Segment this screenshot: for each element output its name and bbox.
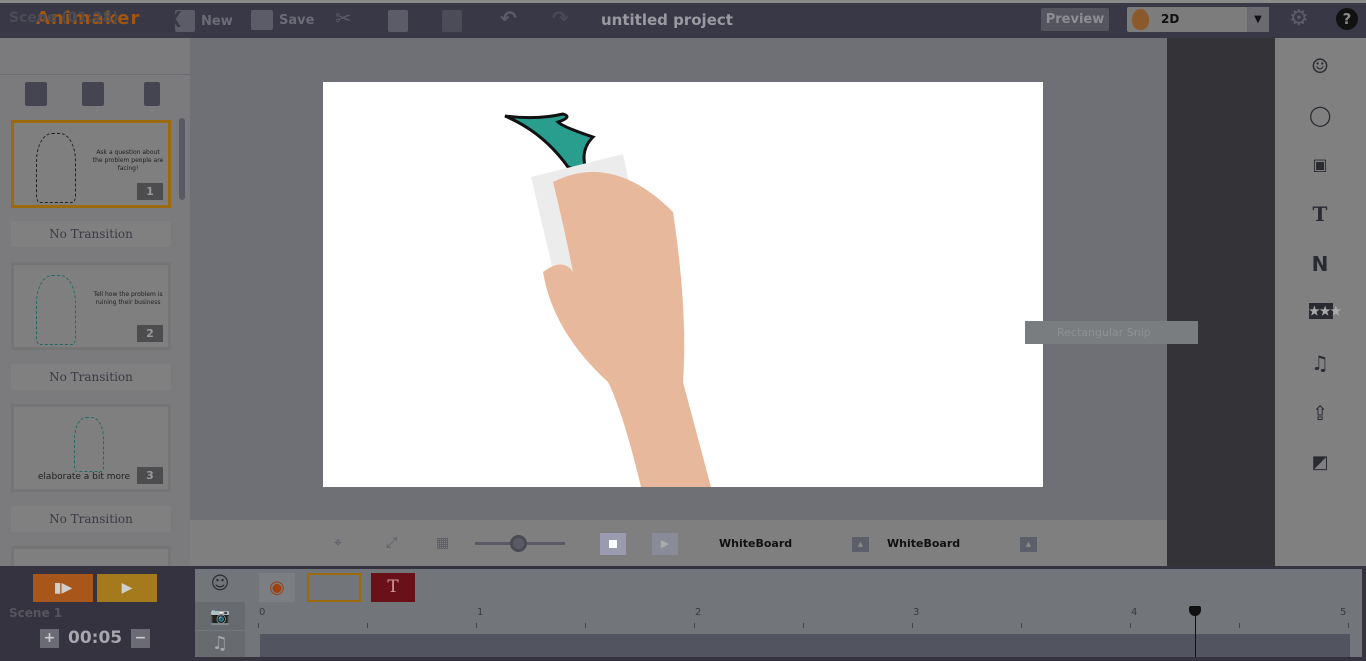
- character-layer[interactable]: [307, 573, 361, 602]
- save-button[interactable]: Save: [251, 10, 314, 30]
- zoom-slider-handle[interactable]: [510, 535, 527, 552]
- collapse-icon[interactable]: ❮: [170, 8, 183, 27]
- gear-icon[interactable]: ⚙: [1289, 6, 1309, 31]
- camera-tab-icon[interactable]: 📷: [195, 602, 245, 630]
- ruler-tick: [367, 623, 368, 628]
- ruler-tick: [803, 623, 804, 628]
- stop-button[interactable]: [600, 533, 626, 555]
- transition-button[interactable]: No Transition: [11, 364, 171, 390]
- play-scene-button[interactable]: ▶: [97, 574, 157, 602]
- image-icon[interactable]: ▣: [1309, 154, 1331, 176]
- add-scene-icon[interactable]: [25, 82, 47, 106]
- copy-icon[interactable]: [388, 10, 408, 32]
- divider: [0, 74, 190, 75]
- ruler-tick: [1130, 623, 1131, 628]
- transition-button[interactable]: No Transition: [11, 221, 171, 247]
- ruler-label: 5: [1340, 607, 1347, 618]
- transition-button[interactable]: No Transition: [11, 506, 171, 532]
- scene-thumbnail-1[interactable]: Ask a question about the problem people …: [11, 120, 171, 208]
- character-figure: [36, 133, 76, 203]
- scene-label: Scene 1: [9, 606, 63, 620]
- whiteboard-hand-drawing: [504, 112, 711, 487]
- trash-icon[interactable]: [144, 82, 160, 106]
- text-icon[interactable]: T: [1309, 203, 1331, 225]
- eye-layer-icon[interactable]: ◉: [259, 573, 295, 602]
- decrease-duration-button[interactable]: −: [131, 629, 150, 648]
- side-gap: [1167, 38, 1275, 566]
- scene-duration: 00:05: [68, 628, 123, 648]
- increase-duration-button[interactable]: +: [40, 629, 59, 648]
- background-label: WhiteBoard: [887, 537, 961, 550]
- ruler-label: 4: [1131, 607, 1138, 618]
- center-icon[interactable]: ⌖: [334, 535, 342, 551]
- preview-button[interactable]: Preview: [1041, 8, 1109, 31]
- n-icon[interactable]: N: [1309, 253, 1331, 275]
- timeline-ruler[interactable]: 0 1 2 3 4 5: [258, 603, 1350, 633]
- ruler-tick: [1348, 623, 1349, 628]
- character-icon[interactable]: ☺: [1309, 55, 1331, 77]
- ruler-tick: [1021, 623, 1022, 628]
- chevron-down-icon: ▼: [1247, 7, 1269, 32]
- fullscreen-icon[interactable]: ⤢: [386, 535, 397, 551]
- rating-icon[interactable]: ★★★: [1309, 303, 1341, 319]
- save-icon: [251, 10, 273, 30]
- music-icon[interactable]: ♫: [1309, 352, 1331, 374]
- timeline-track[interactable]: [260, 634, 1350, 657]
- new-button[interactable]: New: [175, 10, 233, 32]
- paste-icon[interactable]: [442, 10, 462, 32]
- snip-tooltip: Rectangular Snip: [1025, 321, 1198, 344]
- ruler-label: 1: [477, 607, 484, 618]
- ruler-tick: [585, 623, 586, 628]
- project-title[interactable]: untitled project: [601, 11, 733, 29]
- ruler-tick: [258, 623, 259, 628]
- character-figure: [74, 417, 104, 472]
- ruler-label: 3: [913, 607, 920, 618]
- scene-thumbnail-2[interactable]: Tell how the problem is ruining their bu…: [11, 262, 171, 350]
- mode-dropdown[interactable]: 2D ▼: [1127, 7, 1269, 32]
- upload-icon[interactable]: ⇪: [1309, 402, 1331, 424]
- bulb-icon[interactable]: ◯: [1309, 104, 1331, 126]
- grid-icon[interactable]: ▦: [436, 535, 449, 551]
- play-from-start-button[interactable]: ▮▶: [33, 574, 93, 602]
- duplicate-scene-icon[interactable]: [82, 82, 104, 106]
- ruler-tick: [694, 623, 695, 628]
- scenes-header: Scene (01:28): [9, 10, 119, 26]
- text-layer[interactable]: T: [371, 573, 415, 602]
- ruler-tick: [912, 623, 913, 628]
- scene-thumbnail-3[interactable]: elaborate a bit more 3: [11, 404, 171, 492]
- ruler-label: 2: [695, 607, 702, 618]
- background-icon[interactable]: ◩: [1309, 452, 1331, 474]
- ruler-label: 0: [259, 607, 266, 618]
- play-button[interactable]: ▶: [652, 533, 678, 555]
- stage-canvas[interactable]: [323, 82, 1043, 487]
- music-tab-icon[interactable]: ♫: [195, 631, 245, 657]
- ruler-tick: [1239, 623, 1240, 628]
- cut-icon[interactable]: ✂: [335, 6, 352, 30]
- help-icon[interactable]: ?: [1336, 8, 1358, 30]
- redo-icon[interactable]: ↷: [552, 6, 569, 30]
- chevron-up-icon[interactable]: ▲: [1020, 537, 1037, 552]
- character-face-icon: [1132, 9, 1149, 30]
- ruler-tick: [476, 623, 477, 628]
- character-tab-icon[interactable]: ☺: [195, 569, 245, 601]
- scrollbar[interactable]: [179, 118, 185, 200]
- chevron-up-icon[interactable]: ▲: [852, 537, 869, 552]
- character-figure: [36, 275, 76, 345]
- undo-icon[interactable]: ↶: [500, 6, 517, 30]
- background-label: WhiteBoard: [719, 537, 793, 550]
